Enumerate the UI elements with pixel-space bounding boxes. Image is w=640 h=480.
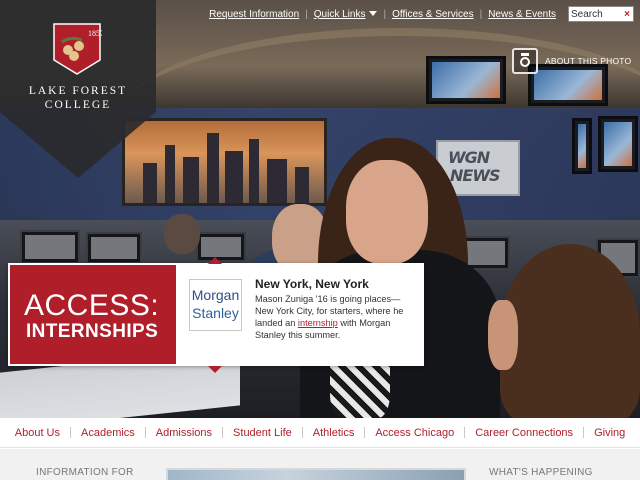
access-internships-badge: ACCESS: INTERNSHIPS [10,265,176,364]
nav-student-life[interactable]: Student Life [223,427,302,439]
college-name: LAKE FOREST COLLEGE [0,84,156,112]
nav-career-connections[interactable]: Career Connections [465,427,583,439]
tv-screen [572,118,592,174]
whats-happening-heading: WHAT'S HAPPENING [489,467,593,478]
tv-screen [426,56,506,104]
partner-logo: Morgan Stanley [189,279,242,331]
camera-icon [512,48,538,74]
search-input[interactable] [569,8,621,20]
about-photo-label: ABOUT THIS PHOTO [545,56,632,66]
tv-screen [598,116,638,172]
nav-giving[interactable]: Giving [584,427,635,439]
nav-access-chicago[interactable]: Access Chicago [365,427,464,439]
feature-title: New York, New York [255,277,369,291]
partner-logo-line1: Morgan [191,287,240,303]
content-area: INFORMATION FOR WHAT'S HAPPENING [0,449,640,480]
about-this-photo[interactable]: ABOUT THIS PHOTO [512,48,631,74]
news-events-link[interactable]: News & Events [482,9,562,20]
search-box: × [568,6,634,22]
nav-athletics[interactable]: Athletics [303,427,365,439]
foreground-person-hair [500,244,640,418]
woman-face [346,160,428,264]
background-person [164,214,200,254]
featured-image[interactable] [166,468,466,480]
previous-arrow-icon[interactable] [208,257,222,264]
nav-academics[interactable]: Academics [71,427,145,439]
crest-icon: 1857 [52,22,102,76]
college-name-line1: LAKE FOREST [28,85,128,97]
sign-text-1: WGN [448,148,490,167]
quick-links-dropdown[interactable]: Quick Links [308,9,384,20]
badge-line1: ACCESS: [24,289,160,322]
desk-monitor [86,232,142,264]
nav-about-us[interactable]: About Us [5,427,70,439]
crest-year: 1857 [88,29,102,38]
next-arrow-icon[interactable] [208,366,222,373]
quick-links-label: Quick Links [313,8,366,20]
desk-monitor [20,230,80,264]
clear-search-icon[interactable]: × [621,9,633,20]
main-nav: About Us Academics Admissions Student Li… [0,418,640,448]
offices-services-link[interactable]: Offices & Services [386,9,480,20]
badge-line2: INTERNSHIPS [26,321,159,342]
internship-link[interactable]: internship [298,318,338,328]
sign-text-2: NEWS [450,166,501,185]
feature-body: Mason Zuniga '16 is going places—New Yor… [255,293,415,341]
information-for-heading: INFORMATION FOR [36,467,134,478]
chevron-down-icon [369,11,378,17]
request-information-link[interactable]: Request Information [203,9,305,20]
foreground-person-face [488,300,518,370]
college-name-line2: COLLEGE [44,99,112,111]
college-logo[interactable]: 1857 LAKE FOREST COLLEGE [0,0,156,180]
partner-logo-line2: Stanley [192,305,239,321]
nav-admissions[interactable]: Admissions [146,427,222,439]
utility-nav: Request Information | Quick Links | Offi… [203,5,634,23]
feature-callout[interactable]: ACCESS: INTERNSHIPS Morgan Stanley New Y… [8,257,424,373]
